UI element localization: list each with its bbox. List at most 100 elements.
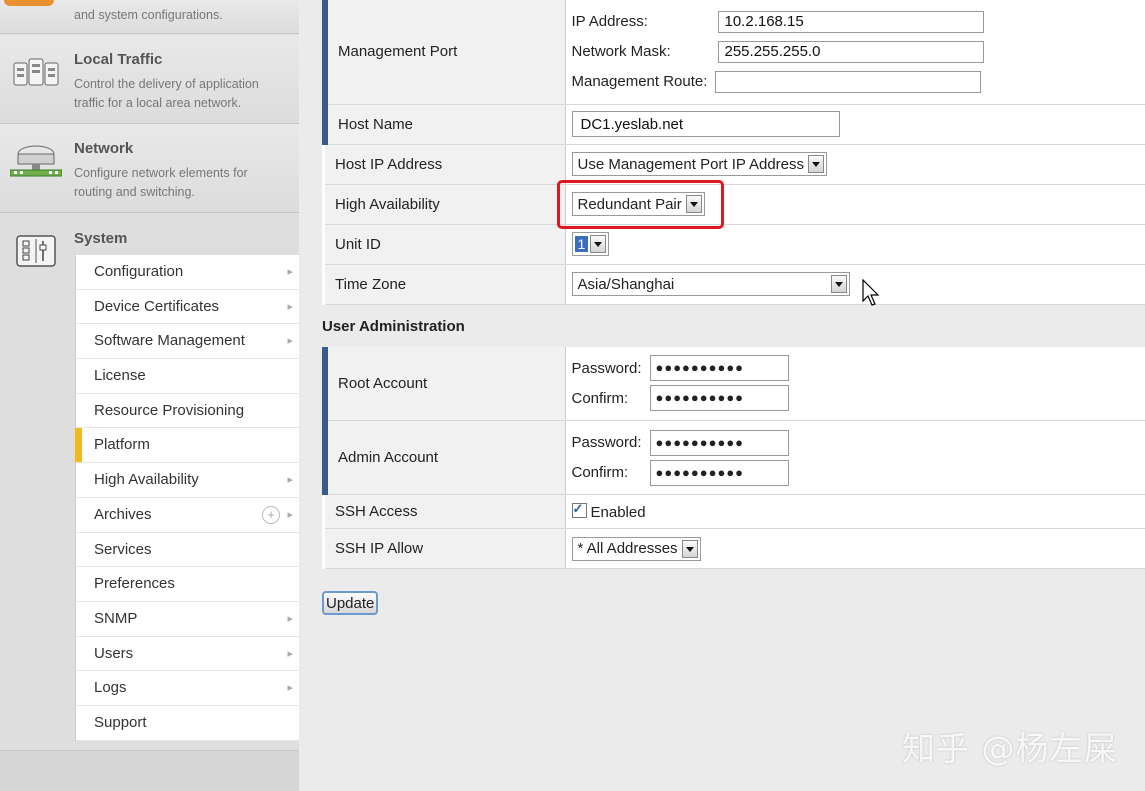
category-tab-orange (4, 0, 54, 6)
chevron-down-icon[interactable] (681, 539, 698, 558)
root-confirm-label: Confirm: (571, 389, 629, 407)
chevron-down-icon[interactable] (590, 235, 607, 253)
sidebar-item-services[interactable]: Services (76, 533, 299, 568)
row-host-name: Host Name (322, 104, 1145, 145)
chevron-right-icon: ▸ (287, 508, 293, 521)
category-title: System (74, 230, 128, 247)
chevron-right-icon: ▸ (287, 335, 293, 348)
row-ssh-ip-allow: SSH IP Allow * All Addresses (325, 528, 1145, 569)
ssh-access-label: SSH Access (325, 494, 566, 529)
root-password-input[interactable]: ●●●●●●●●●● (649, 355, 789, 382)
chevron-right-icon: ▸ (287, 300, 293, 313)
ssh-access-checkbox[interactable] (571, 501, 587, 518)
system-sliders-icon (16, 235, 56, 267)
ip-address-row: IP Address: (572, 7, 1145, 37)
sidebar-item-license[interactable]: License (76, 359, 299, 394)
ssh-access-checkbox-label: Enabled (590, 503, 646, 521)
unit-id-label: Unit ID (325, 224, 566, 265)
sidebar-category-top[interactable]: and system configurations. (0, 0, 299, 34)
server-rack-icon (13, 58, 59, 86)
sidebar-item-resource-provisioning[interactable]: Resource Provisioning (76, 394, 299, 429)
sidebar-category-local-traffic[interactable]: Local Traffic Control the delivery of ap… (0, 35, 299, 124)
sidebar-item-preferences[interactable]: Preferences (76, 567, 299, 602)
row-management-port: Management Port IP Address: Network Mask… (322, 0, 1145, 105)
sidebar-item-label: High Availability (94, 471, 199, 489)
chevron-right-icon: ▸ (287, 612, 293, 625)
sidebar-item-device-certificates[interactable]: Device Certificates ▸ (76, 290, 299, 325)
root-confirm-input[interactable]: ●●●●●●●●●● (649, 385, 789, 412)
sidebar-item-logs[interactable]: Logs ▸ (76, 671, 299, 706)
root-password-label: Password: (571, 359, 642, 377)
sidebar-item-label: Configuration (94, 263, 184, 280)
management-route-input[interactable] (714, 70, 981, 93)
chevron-down-icon[interactable] (830, 275, 847, 293)
sidebar-item-platform[interactable]: Platform (75, 428, 299, 464)
sidebar-item-label: Archives (94, 505, 152, 523)
sidebar-category-network[interactable]: Network Configure network elements for r… (0, 124, 299, 213)
sidebar-item-label: Users (94, 644, 134, 662)
sidebar-item-label: Support (94, 713, 147, 731)
network-mask-label: Network Mask: (571, 43, 671, 61)
watermark: 知乎 @杨左屎 (902, 729, 1118, 768)
ssh-ip-allow-select[interactable]: * All Addresses (571, 536, 701, 561)
unit-id-select[interactable]: 1 (571, 232, 610, 256)
sidebar-item-archives[interactable]: Archives + ▸ (76, 498, 299, 533)
network-device-icon (10, 145, 62, 177)
sidebar-item-configuration[interactable]: Configuration ▸ (76, 255, 299, 290)
ssh-ip-allow-select-value: * All Addresses (577, 540, 678, 557)
chevron-right-icon: ▸ (287, 647, 293, 660)
host-ip-select[interactable]: Use Management Port IP Address (571, 152, 828, 176)
time-zone-select-value: Asia/Shanghai (577, 275, 675, 293)
admin-confirm-input[interactable]: ●●●●●●●●●● (649, 459, 789, 486)
sidebar-footer (0, 750, 299, 791)
sidebar: and system configurations. Local Traffic… (0, 0, 299, 791)
sidebar-item-label: Resource Provisioning (94, 401, 245, 419)
ssh-ip-allow-label: SSH IP Allow (325, 528, 566, 569)
sidebar-item-high-availability[interactable]: High Availability ▸ (76, 463, 299, 498)
sidebar-item-label: Logs (94, 679, 127, 697)
sidebar-item-label: Software Management (94, 332, 245, 350)
add-circle-icon[interactable]: + (262, 505, 280, 524)
host-name-input[interactable] (571, 111, 840, 137)
sidebar-item-label: Services (94, 540, 152, 558)
update-button[interactable]: Update (322, 591, 379, 615)
row-root-account: Root Account Password: ●●●●●●●●●● Confir… (322, 346, 1145, 421)
management-route-row: Management Route: (572, 67, 1145, 97)
category-description: Control the delivery of application traf… (74, 77, 259, 110)
sidebar-item-software-management[interactable]: Software Management ▸ (76, 324, 299, 360)
chevron-right-icon: ▸ (287, 266, 293, 278)
admin-account-label: Admin Account (322, 420, 566, 495)
admin-password-label: Password: (571, 434, 642, 451)
sidebar-item-label: License (94, 367, 146, 385)
sidebar-item-label: SNMP (94, 609, 138, 627)
row-time-zone: Time Zone Asia/Shanghai (325, 264, 1145, 305)
chevron-down-icon[interactable] (808, 155, 825, 173)
management-route-label: Management Route: (571, 73, 708, 91)
chevron-right-icon: ▸ (287, 682, 293, 695)
time-zone-select[interactable]: Asia/Shanghai (571, 272, 850, 296)
root-account-label: Root Account (322, 346, 566, 421)
admin-password-input[interactable]: ●●●●●●●●●● (649, 429, 789, 456)
system-submenu: Configuration ▸ Device Certificates ▸ Softwa… (75, 255, 299, 741)
management-port-label: Management Port (322, 0, 566, 105)
general-properties-table: Management Port IP Address: Network Mask… (322, 0, 1145, 305)
sidebar-item-label: Platform (94, 436, 150, 454)
sidebar-item-label: Device Certificates (94, 297, 220, 315)
row-ssh-access: SSH Access Enabled (325, 494, 1145, 529)
sidebar-item-support[interactable]: Support (76, 706, 299, 741)
category-description: and system configurations. (74, 8, 223, 22)
ip-address-input[interactable] (717, 10, 984, 33)
user-administration-table: Root Account Password: ●●●●●●●●●● Confir… (322, 346, 1145, 569)
row-high-availability: High Availability Redundant Pair (325, 184, 1145, 225)
row-unit-id: Unit ID 1 (325, 224, 1145, 265)
sidebar-item-users[interactable]: Users ▸ (76, 637, 299, 672)
network-mask-input[interactable] (717, 40, 984, 63)
host-ip-label: Host IP Address (325, 144, 566, 185)
mouse-pointer-icon (862, 279, 880, 306)
sidebar-item-snmp[interactable]: SNMP ▸ (76, 602, 299, 637)
row-admin-account: Admin Account Password: ●●●●●●●●●● Confi… (322, 420, 1145, 495)
user-administration-heading: User Administration (322, 317, 465, 335)
host-name-label: Host Name (322, 104, 566, 145)
category-title: Network (74, 140, 134, 157)
ip-address-label: IP Address: (571, 13, 648, 31)
